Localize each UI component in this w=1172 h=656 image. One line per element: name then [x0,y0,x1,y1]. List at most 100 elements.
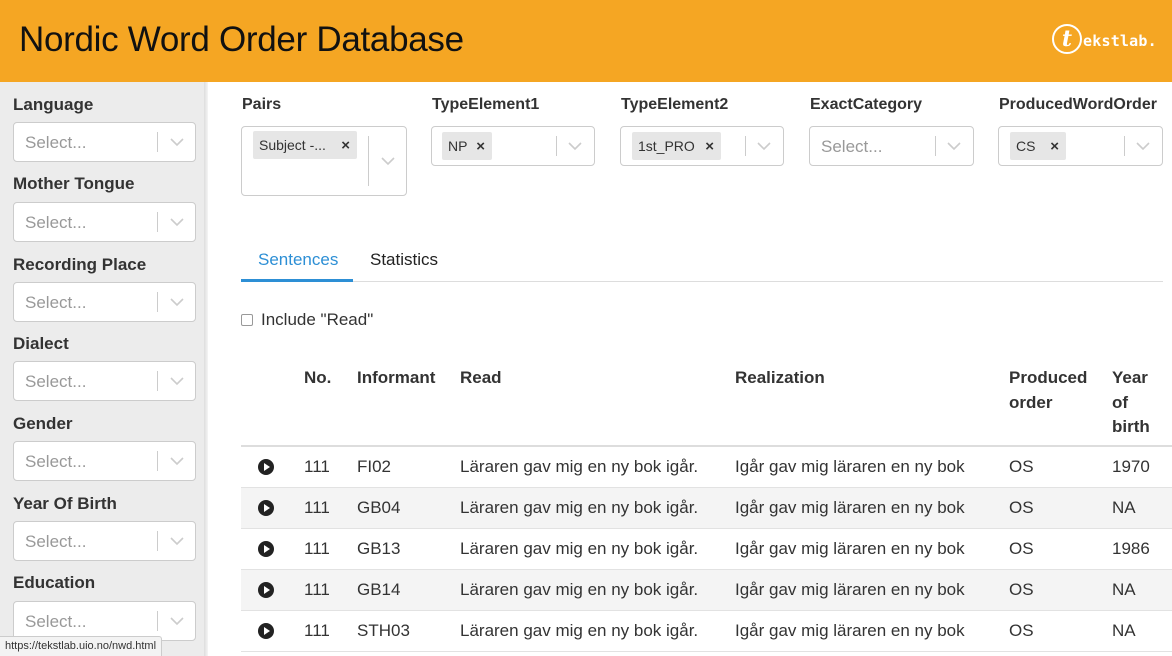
cell-realization: Igår gav mig läraren en ny bok [735,498,965,517]
education-label: Education [13,573,96,592]
cell-read: Läraren gav mig en ny bok igår. [460,539,699,558]
cell-no: 111 [304,457,330,476]
education-select[interactable]: Select... [13,601,196,641]
table-row: 111 GB13 Läraren gav mig en ny bok igår.… [241,529,1172,570]
pairs-chip: Subject -... × [253,131,357,159]
select-placeholder: Select... [25,293,87,312]
play-icon[interactable] [258,582,274,598]
type-element1-chip: NP × [442,132,492,160]
play-icon[interactable] [258,541,274,557]
chevron-down-icon[interactable] [1124,127,1162,165]
cell-year-of-birth: NA [1112,498,1136,517]
column-header-informant[interactable]: Informant [357,366,435,391]
tekstlab-logo[interactable]: t ekstlab. [1052,24,1157,54]
chevron-down-icon[interactable] [158,123,196,161]
select-placeholder: Select... [25,133,87,152]
active-tab-indicator [241,279,353,282]
table-row: 111 FI02 Läraren gav mig en ny bok igår.… [241,447,1172,488]
cell-year-of-birth: NA [1112,580,1136,599]
mother-tongue-select[interactable]: Select... [13,202,196,242]
chevron-down-icon[interactable] [158,203,196,241]
gender-select[interactable]: Select... [13,441,196,481]
chevron-down-icon[interactable] [745,127,783,165]
select-placeholder: Select... [821,137,883,156]
chip-label: 1st_PRO [638,138,695,154]
column-header-realization[interactable]: Realization [735,366,825,391]
chevron-down-icon[interactable] [158,283,196,321]
year-of-birth-select[interactable]: Select... [13,521,196,561]
cell-realization: Igår gav mig läraren en ny bok [735,621,965,640]
logo-text: ekstlab. [1083,31,1157,50]
chevron-down-icon[interactable] [158,602,196,640]
header-line: birth [1112,417,1150,436]
cell-produced-order: OS [1009,621,1034,640]
column-header-year-of-birth[interactable]: Year of birth [1112,366,1150,440]
header-line: of [1112,392,1129,412]
table-row: 111 GB04 Läraren gav mig en ny bok igår.… [241,488,1172,529]
cell-informant: FI02 [357,457,392,476]
chevron-down-icon[interactable] [158,442,196,480]
play-icon[interactable] [258,459,274,475]
select-placeholder: Select... [25,612,87,631]
chevron-down-icon[interactable] [368,127,407,195]
tab-divider [241,281,1163,282]
select-placeholder: Select... [25,213,87,232]
pairs-label: Pairs [242,96,282,113]
column-header-produced-order[interactable]: Produced order [1009,366,1087,415]
cell-no: 111 [304,539,330,558]
cell-produced-order: OS [1009,539,1034,558]
chevron-down-icon[interactable] [158,362,196,400]
year-of-birth-label: Year Of Birth [13,494,117,513]
type-element2-chip: 1st_PRO × [632,132,721,160]
produced-word-order-chip: CS × [1010,132,1066,160]
cell-produced-order: OS [1009,580,1034,599]
cell-informant: GB13 [357,539,401,558]
remove-chip-icon[interactable]: × [1050,138,1059,155]
play-icon[interactable] [258,623,274,639]
language-select[interactable]: Select... [13,122,196,162]
chevron-down-icon[interactable] [556,127,594,165]
column-header-no[interactable]: No. [304,366,331,391]
header-line: Year [1112,368,1148,387]
tab-statistics[interactable]: Statistics [370,250,438,270]
chevron-down-icon[interactable] [935,127,973,165]
cell-informant: GB04 [357,498,401,517]
exact-category-select[interactable]: Select... [809,126,974,166]
cell-year-of-birth: NA [1112,621,1136,640]
cell-realization: Igår gav mig läraren en ny bok [735,539,965,558]
dialect-label: Dialect [13,334,69,353]
header-line: order [1009,392,1053,412]
remove-chip-icon[interactable]: × [705,138,714,155]
page-title: Nordic Word Order Database [19,20,464,59]
cell-no: 111 [304,621,330,640]
select-placeholder: Select... [25,372,87,391]
cell-produced-order: OS [1009,457,1034,476]
app-header: Nordic Word Order Database t ekstlab. [0,0,1172,82]
cell-no: 111 [304,498,330,517]
table-row: 111 GB14 Läraren gav mig en ny bok igår.… [241,570,1172,611]
recording-place-select[interactable]: Select... [13,282,196,322]
play-icon[interactable] [258,500,274,516]
chip-label: CS [1016,138,1036,154]
chevron-down-icon[interactable] [158,522,196,560]
column-header-read[interactable]: Read [460,366,502,391]
select-placeholder: Select... [25,532,87,551]
recording-place-label: Recording Place [13,255,147,274]
select-placeholder: Select... [25,452,87,471]
cell-no: 111 [304,580,330,599]
dialect-select[interactable]: Select... [13,361,196,401]
include-read-label[interactable]: Include "Read" [261,310,373,330]
type-element1-label: TypeElement1 [432,96,540,113]
remove-chip-icon[interactable]: × [341,137,350,154]
cell-produced-order: OS [1009,498,1034,517]
logo-letter: t [1052,24,1082,54]
cell-realization: Igår gav mig läraren en ny bok [735,457,965,476]
cell-informant: STH03 [357,621,410,640]
cell-year-of-birth: 1970 [1112,457,1150,476]
header-line: Produced [1009,368,1088,387]
remove-chip-icon[interactable]: × [476,138,485,155]
cell-read: Läraren gav mig en ny bok igår. [460,621,699,640]
include-read-checkbox[interactable] [241,314,253,326]
produced-word-order-label: ProducedWordOrder [999,96,1157,113]
tab-sentences[interactable]: Sentences [258,250,338,270]
